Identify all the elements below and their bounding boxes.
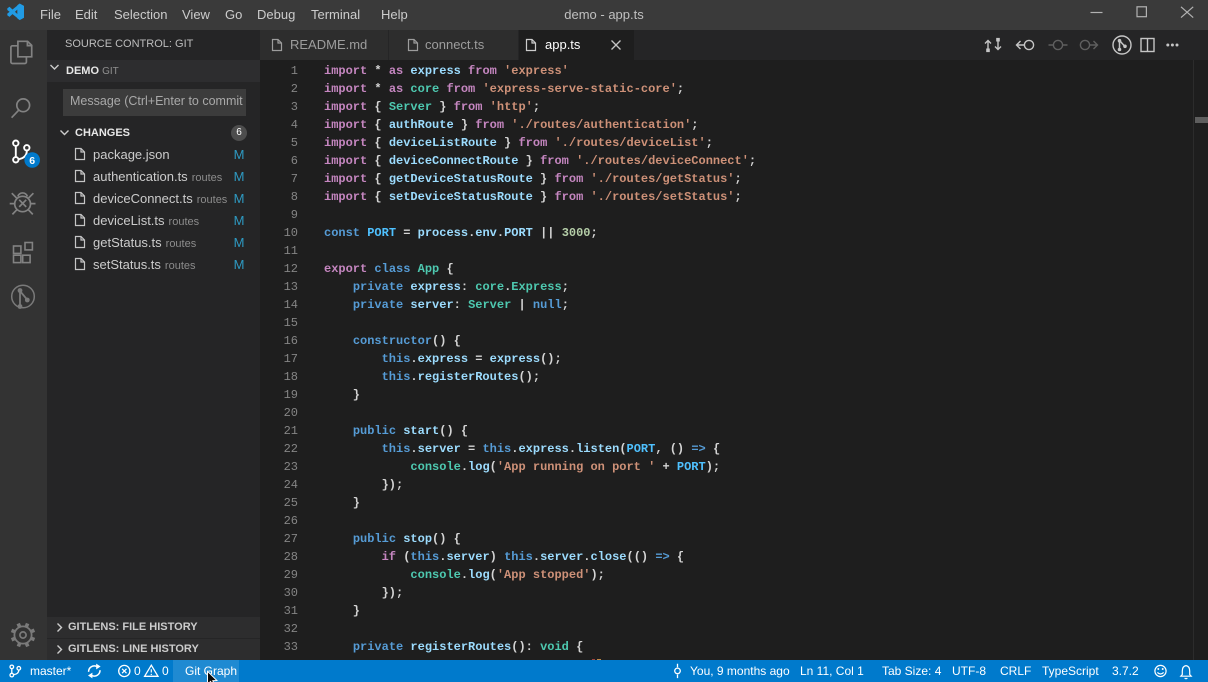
svg-text:6: 6	[29, 155, 35, 167]
